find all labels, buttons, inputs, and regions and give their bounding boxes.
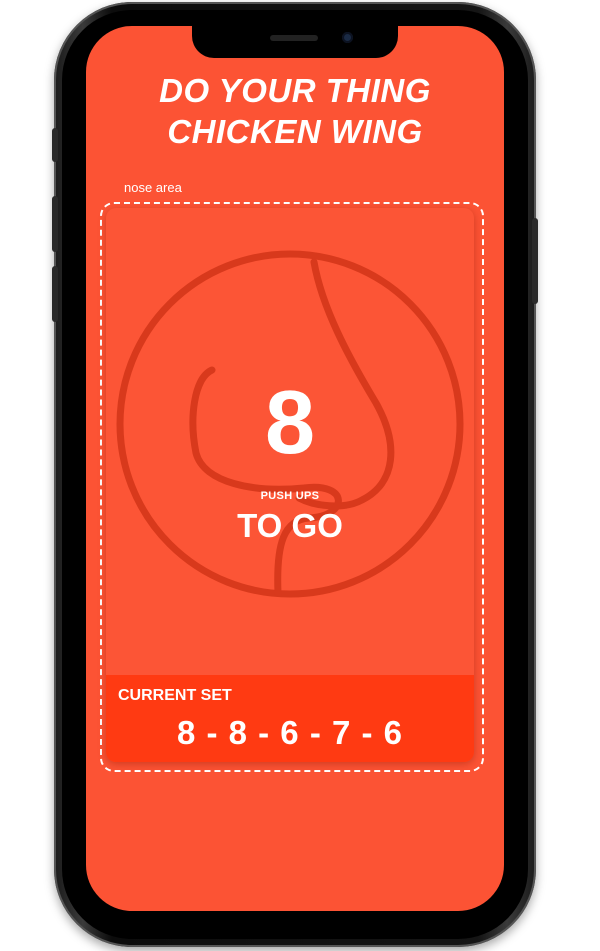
current-set-panel: CURRENT SET 8 - 8 - 6 - 7 - 6 bbox=[106, 675, 474, 762]
pushup-card: 8 PUSH UPS TO GO CURRENT SET 8 - 8 - 6 -… bbox=[106, 208, 474, 762]
current-set-values: 8 - 8 - 6 - 7 - 6 bbox=[176, 714, 404, 751]
camera-icon bbox=[342, 32, 353, 43]
speaker-grille bbox=[270, 35, 318, 41]
title-line-2: CHICKEN WING bbox=[167, 113, 423, 150]
page-title: DO YOUR THING CHICKEN WING bbox=[86, 70, 504, 152]
current-set-title: CURRENT SET bbox=[118, 687, 232, 704]
stage: DO YOUR THING CHICKEN WING nose area 8 P… bbox=[0, 0, 600, 951]
power-button bbox=[532, 218, 538, 304]
notch bbox=[192, 26, 398, 58]
title-line-1: DO YOUR THING bbox=[159, 72, 431, 109]
nose-area-label: nose area bbox=[124, 180, 182, 195]
to-go-label: TO GO bbox=[237, 507, 343, 544]
pushups-label: PUSH UPS bbox=[260, 490, 320, 502]
app-screen: DO YOUR THING CHICKEN WING nose area 8 P… bbox=[86, 26, 504, 911]
volume-down-button bbox=[52, 266, 58, 322]
volume-up-button bbox=[52, 196, 58, 252]
pushups-remaining-count: 8 bbox=[264, 373, 316, 473]
mute-switch bbox=[52, 128, 58, 162]
